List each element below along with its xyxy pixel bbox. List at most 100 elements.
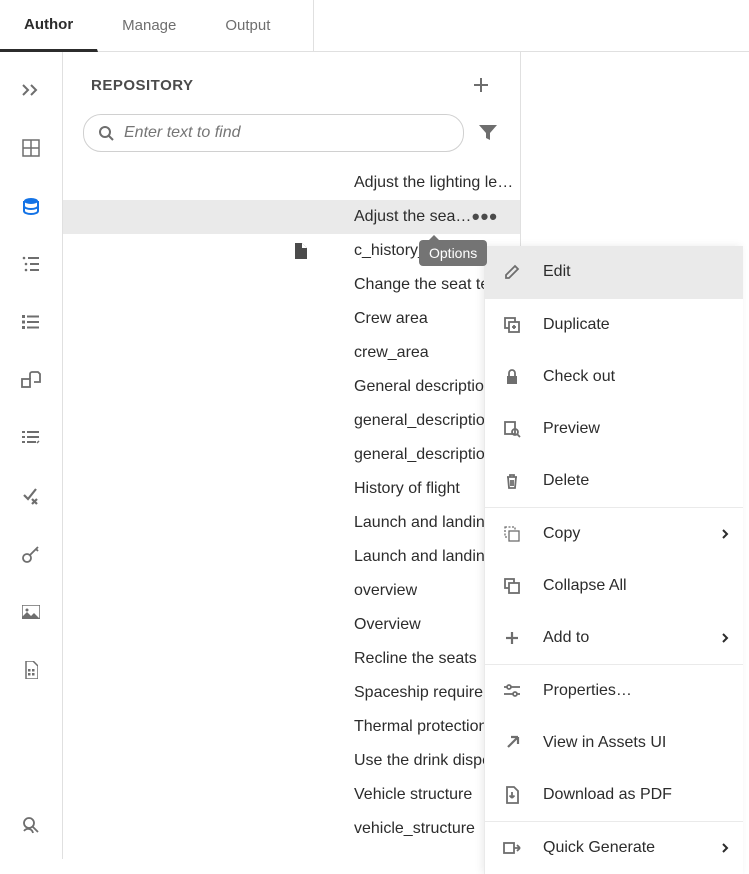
collapse-icon xyxy=(503,577,521,595)
grid-icon[interactable] xyxy=(21,138,41,158)
tree-item-label: Recline the seats xyxy=(354,650,477,668)
edit-icon xyxy=(503,263,521,281)
tree-item[interactable]: History of flight xyxy=(63,472,520,506)
menu-item-delete[interactable]: Delete xyxy=(485,455,743,507)
add-button[interactable] xyxy=(470,74,492,96)
tree-item[interactable]: crew_area xyxy=(63,336,520,370)
outline-icon[interactable] xyxy=(21,254,41,274)
menu-item-label: Check out xyxy=(543,368,615,386)
expand-icon[interactable] xyxy=(21,80,41,100)
panel-title: REPOSITORY xyxy=(91,77,194,94)
tree-item[interactable]: Vehicle structure xyxy=(63,778,520,812)
menu-item-label: Delete xyxy=(543,472,589,490)
tree-item-label: Overview xyxy=(354,616,421,634)
tree-item-label: general_description xyxy=(354,446,494,464)
tree-item-label: Vehicle structure xyxy=(354,786,472,804)
left-rail xyxy=(0,52,62,859)
quick-icon xyxy=(503,839,521,857)
repository-icon[interactable] xyxy=(21,196,41,216)
tab-manage[interactable]: Manage xyxy=(98,0,201,52)
file-icon xyxy=(293,243,307,259)
tree-item[interactable]: Overview xyxy=(63,608,520,642)
properties-icon xyxy=(503,682,521,700)
tree-item-label: crew_area xyxy=(354,344,429,362)
tree-item[interactable]: Adjust the seat tem…••• xyxy=(63,200,520,234)
menu-item-check-out[interactable]: Check out xyxy=(485,351,743,403)
tab-author[interactable]: Author xyxy=(0,0,98,52)
tree-item[interactable]: Use the drink dispenser xyxy=(63,744,520,778)
search-input-wrapper[interactable] xyxy=(83,114,464,152)
tree-item-label: Crew area xyxy=(354,310,428,328)
download-icon xyxy=(503,786,521,804)
search-icon xyxy=(98,125,114,141)
tree-item-label: Thermal protection xyxy=(354,718,487,736)
duplicate-icon xyxy=(503,316,521,334)
tree-item[interactable]: Launch and landing site xyxy=(63,506,520,540)
tree-item-label: overview xyxy=(354,582,417,600)
tree-item[interactable]: Recline the seats xyxy=(63,642,520,676)
list-icon[interactable] xyxy=(21,312,41,332)
menu-item-download-as-pdf[interactable]: Download as PDF xyxy=(485,769,743,821)
tree-item[interactable]: overview xyxy=(63,574,520,608)
menu-item-label: Collapse All xyxy=(543,577,627,595)
menu-item-collapse-all[interactable]: Collapse All xyxy=(485,560,743,612)
menu-item-label: Add to xyxy=(543,629,589,647)
tree-item-label: Adjust the lighting levels… xyxy=(354,174,520,192)
tree-item[interactable]: general_description xyxy=(63,438,520,472)
repository-panel: REPOSITORY Adjust the lighting levels…Ad… xyxy=(62,52,521,859)
menu-item-label: Download as PDF xyxy=(543,786,672,804)
more-options-icon[interactable]: ••• xyxy=(472,206,498,228)
tree-item-label: History of flight xyxy=(354,480,460,498)
tree-item-label: general_description xyxy=(354,412,494,430)
tree-item[interactable]: vehicle_structure xyxy=(63,812,520,846)
menu-item-label: Preview xyxy=(543,420,600,438)
tab-output[interactable]: Output xyxy=(201,0,295,52)
external-icon xyxy=(503,734,521,752)
reuse-icon[interactable] xyxy=(21,370,41,390)
tree-item-label: Adjust the seat tem… xyxy=(354,208,472,226)
chevron-right-icon xyxy=(721,842,729,854)
context-menu: Edit Duplicate Check out Preview Delete Copy C… xyxy=(484,246,743,874)
tree-item[interactable]: Thermal protection xyxy=(63,710,520,744)
addto-icon xyxy=(503,629,521,647)
tree-item-label: vehicle_structure xyxy=(354,820,475,838)
search-input[interactable] xyxy=(124,124,449,142)
menu-item-quick-generate[interactable]: Quick Generate xyxy=(485,822,743,874)
menu-item-preview[interactable]: Preview xyxy=(485,403,743,455)
delete-icon xyxy=(503,472,521,490)
tab-divider xyxy=(313,0,314,52)
menu-item-add-to[interactable]: Add to xyxy=(485,612,743,664)
tree-item[interactable]: General description xyxy=(63,370,520,404)
menu-item-view-in-assets-ui[interactable]: View in Assets UI xyxy=(485,717,743,769)
menu-item-edit[interactable]: Edit xyxy=(485,246,743,298)
tagged-list-icon[interactable] xyxy=(21,428,41,448)
tree-item[interactable]: Crew area xyxy=(63,302,520,336)
media-icon[interactable] xyxy=(21,602,41,622)
filter-button[interactable] xyxy=(476,121,500,145)
top-tabbar: Author Manage Output xyxy=(0,0,749,52)
template-icon[interactable] xyxy=(21,660,41,680)
menu-item-properties-[interactable]: Properties… xyxy=(485,665,743,717)
chevron-right-icon xyxy=(721,528,729,540)
preview-icon xyxy=(503,420,521,438)
key-icon[interactable] xyxy=(21,544,41,564)
menu-item-label: View in Assets UI xyxy=(543,734,666,752)
tree-item[interactable]: Launch and landing site xyxy=(63,540,520,574)
chevron-right-icon xyxy=(721,632,729,644)
menu-item-label: Properties… xyxy=(543,682,632,700)
tree-item[interactable]: Adjust the lighting levels… xyxy=(63,166,520,200)
lock-icon xyxy=(503,368,521,386)
menu-item-label: Edit xyxy=(543,263,571,281)
validate-icon[interactable] xyxy=(21,486,41,506)
tree-item[interactable]: general_description xyxy=(63,404,520,438)
menu-item-label: Copy xyxy=(543,525,580,543)
tree-item[interactable]: Change the seat tempera xyxy=(63,268,520,302)
menu-item-copy[interactable]: Copy xyxy=(485,508,743,560)
tree-item-label: General description xyxy=(354,378,493,396)
tree-item[interactable]: Spaceship requirements xyxy=(63,676,520,710)
menu-item-duplicate[interactable]: Duplicate xyxy=(485,299,743,351)
repository-tree: Adjust the lighting levels… Adjust the se… xyxy=(63,166,520,846)
menu-item-label: Quick Generate xyxy=(543,839,655,857)
find-replace-icon[interactable] xyxy=(21,815,41,835)
copy-icon xyxy=(503,525,521,543)
